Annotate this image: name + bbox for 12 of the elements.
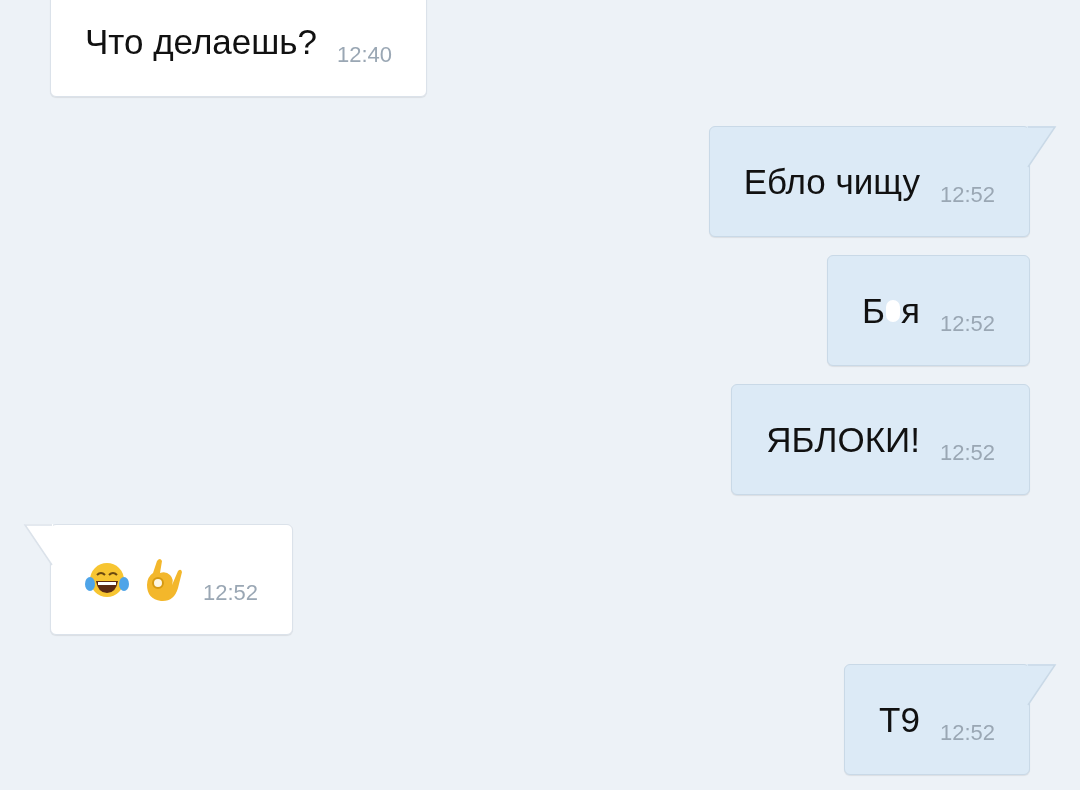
message-text: Б (862, 293, 885, 328)
message-time: 12:52 (939, 313, 995, 335)
message-time: 12:40 (337, 44, 393, 66)
message-time: 12:52 (939, 184, 995, 206)
message-time: 12:52 (203, 582, 259, 604)
message-text: я (901, 293, 920, 328)
message-time: 12:52 (939, 442, 995, 464)
message-time: 12:52 (939, 722, 995, 744)
message-text: Т9 (879, 702, 920, 737)
message-text: ЯБЛОКИ! (766, 422, 920, 457)
message-text: Ебло чищу (743, 164, 920, 199)
message-text: Что делаешь? (85, 24, 317, 59)
